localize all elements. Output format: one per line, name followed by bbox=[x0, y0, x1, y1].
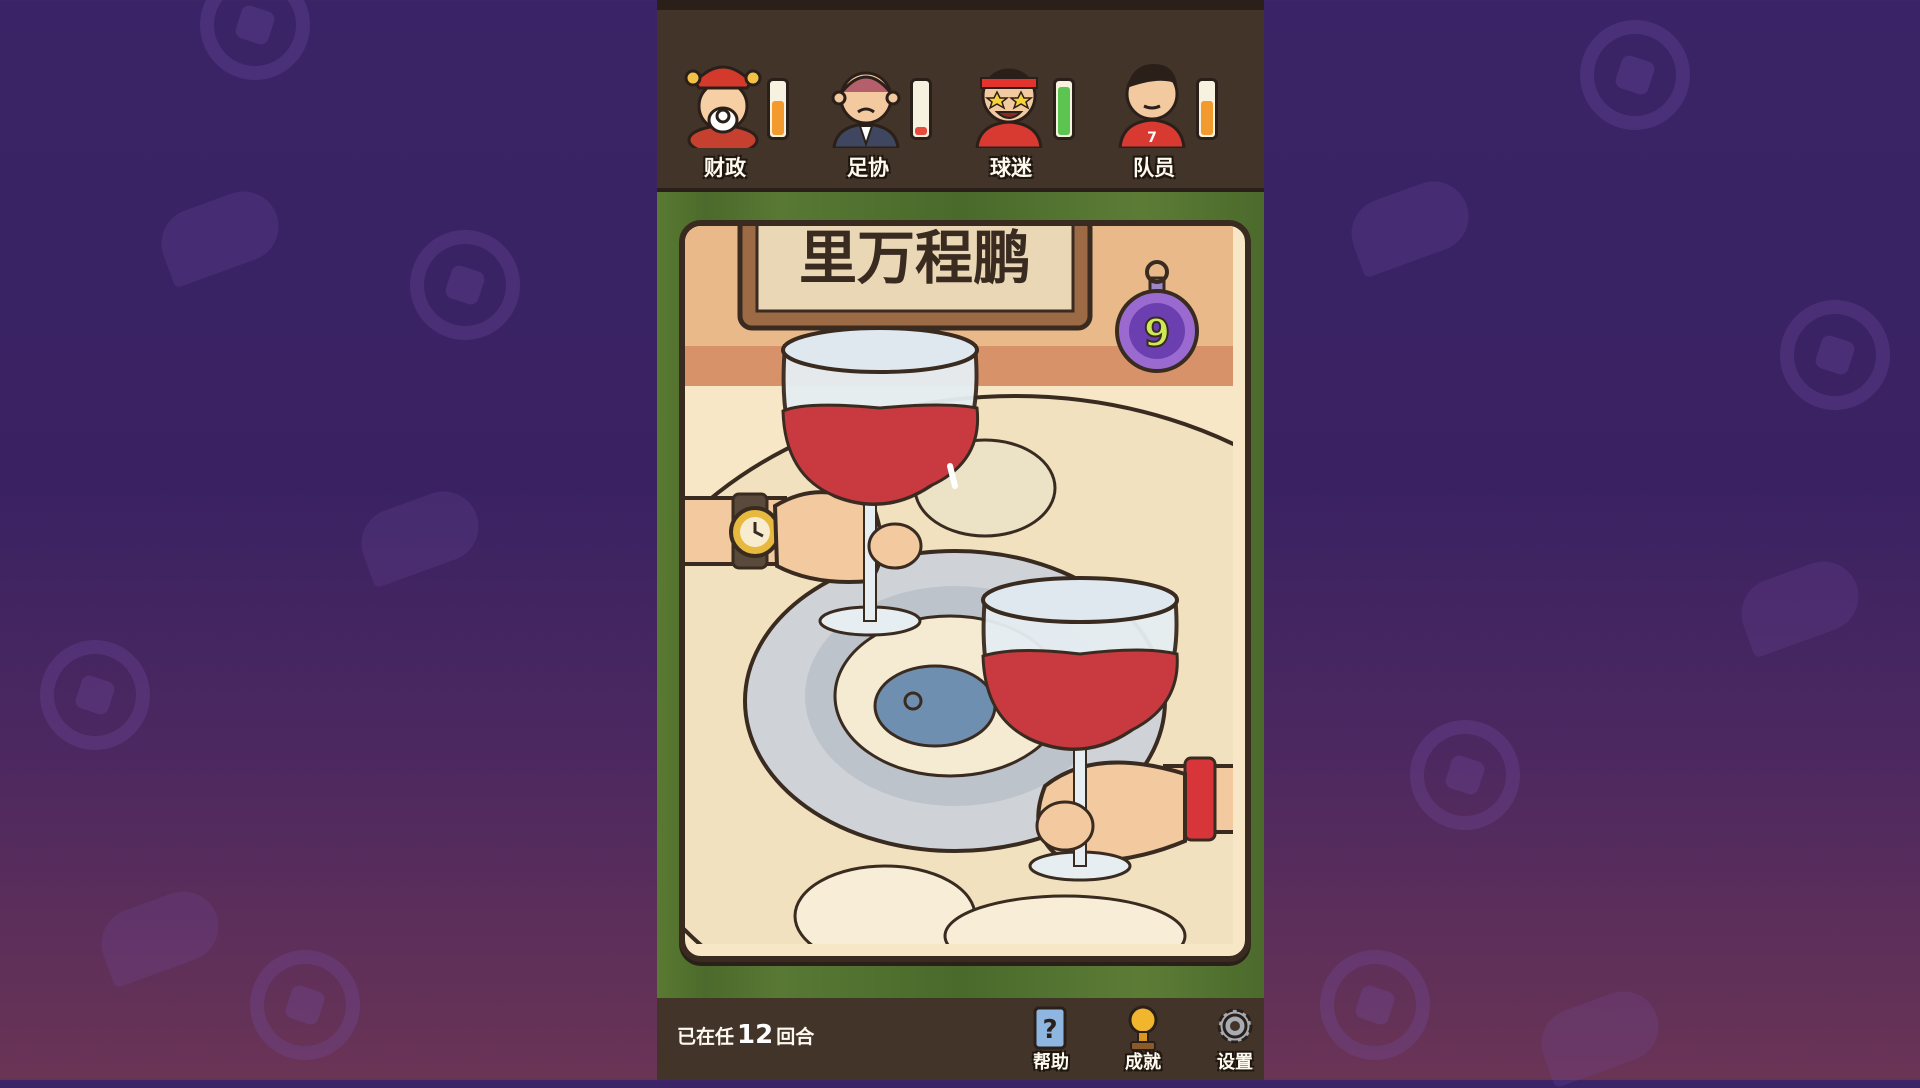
stat-label: 足协 bbox=[847, 156, 889, 180]
players-meter bbox=[1196, 78, 1218, 140]
question-book-icon: ? bbox=[1033, 1006, 1067, 1050]
settings-label: 设置 bbox=[1217, 1052, 1253, 1073]
rounds-suffix: 回合 bbox=[776, 1026, 815, 1048]
stat-players[interactable]: 7 队员 bbox=[1098, 38, 1218, 180]
stopwatch-number: 9 bbox=[1144, 311, 1170, 355]
football-pattern-icon bbox=[250, 950, 360, 1060]
football-pattern-icon bbox=[410, 230, 520, 340]
stat-label: 球迷 bbox=[990, 156, 1032, 180]
association-meter bbox=[910, 78, 932, 140]
association-official-avatar-icon bbox=[831, 71, 901, 148]
achievements-button[interactable]: 成就 bbox=[1101, 998, 1181, 1080]
trophy-icon bbox=[1128, 1005, 1158, 1051]
whistle-pattern-icon bbox=[151, 181, 289, 289]
football-pattern-icon bbox=[200, 0, 310, 80]
help-button[interactable]: ? 帮助 bbox=[1009, 998, 1089, 1080]
stat-fans[interactable]: 球迷 bbox=[955, 38, 1075, 180]
association-meter-fill bbox=[915, 126, 927, 135]
fan-avatar-icon bbox=[975, 68, 1043, 148]
svg-text:?: ? bbox=[1042, 1015, 1057, 1045]
svg-text:7: 7 bbox=[1147, 130, 1157, 146]
gear-icon bbox=[1217, 1008, 1253, 1044]
game-screen: 财政 足协 球迷 7 队员 里万程鹏 9 已在任 12 回合 ? 帮助 成就 设… bbox=[657, 0, 1264, 1080]
finance-meter bbox=[767, 78, 789, 140]
football-pattern-icon bbox=[1410, 720, 1520, 830]
players-meter-fill bbox=[1201, 101, 1213, 135]
finance-god-avatar-icon bbox=[684, 65, 762, 148]
fans-meter bbox=[1053, 78, 1075, 140]
whistle-pattern-icon bbox=[91, 881, 229, 989]
event-scene-area: 里万程鹏 9 bbox=[657, 192, 1264, 998]
rounds-counter: 已在任 12 回合 bbox=[677, 1020, 814, 1050]
stat-association[interactable]: 足协 bbox=[812, 38, 932, 180]
football-pattern-icon bbox=[1580, 20, 1690, 130]
whistle-pattern-icon bbox=[351, 481, 489, 589]
bottom-bar: 已在任 12 回合 ? 帮助 成就 设置 bbox=[657, 998, 1264, 1080]
fans-meter-fill bbox=[1058, 87, 1070, 135]
help-label: 帮助 bbox=[1033, 1052, 1069, 1073]
whistle-pattern-icon bbox=[1731, 551, 1869, 659]
achievements-label: 成就 bbox=[1125, 1052, 1161, 1073]
rounds-prefix: 已在任 bbox=[677, 1026, 735, 1048]
football-pattern-icon bbox=[40, 640, 150, 750]
finance-meter-fill bbox=[772, 101, 784, 135]
whistle-pattern-icon bbox=[1341, 171, 1479, 279]
player-avatar-icon: 7 bbox=[1118, 64, 1186, 148]
rounds-count: 12 bbox=[737, 1020, 774, 1050]
toast-illustration: 里万程鹏 9 bbox=[685, 226, 1233, 944]
football-pattern-icon bbox=[1780, 300, 1890, 410]
settings-button[interactable]: 设置 bbox=[1193, 998, 1264, 1080]
stats-bar: 财政 足协 球迷 7 队员 bbox=[657, 0, 1264, 192]
stat-label: 队员 bbox=[1133, 156, 1175, 180]
stat-label: 财政 bbox=[704, 156, 746, 180]
football-pattern-icon bbox=[1320, 950, 1430, 1060]
event-card[interactable]: 里万程鹏 9 bbox=[679, 220, 1251, 962]
stat-finance[interactable]: 财政 bbox=[669, 38, 789, 180]
sign-calligraphy: 里万程鹏 bbox=[799, 226, 1031, 292]
whistle-pattern-icon bbox=[1531, 981, 1669, 1088]
